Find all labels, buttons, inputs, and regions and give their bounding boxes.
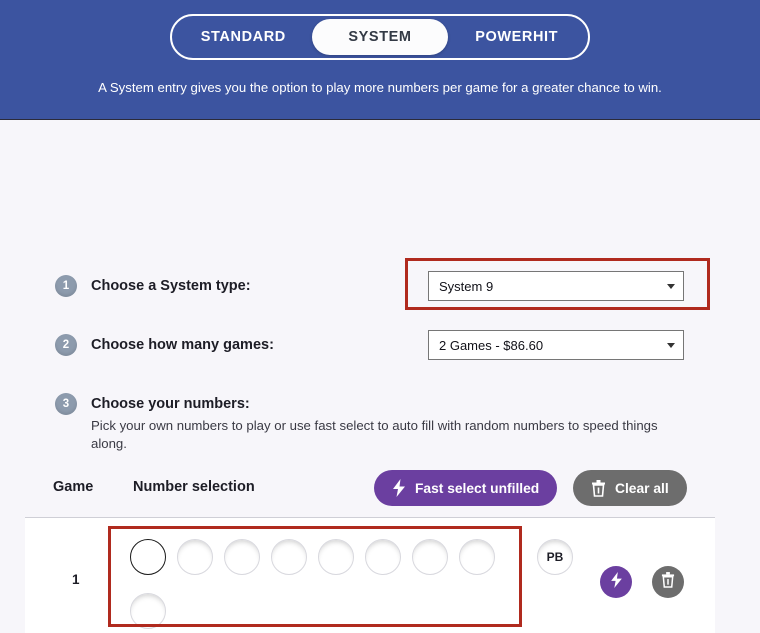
- fast-select-unfilled-label: Fast select unfilled: [415, 480, 540, 496]
- clear-all-button[interactable]: Clear all: [573, 470, 687, 506]
- system-type-select[interactable]: System 9: [428, 271, 684, 301]
- step-1-label: Choose a System type:: [91, 278, 251, 294]
- chevron-down-icon: [667, 283, 675, 289]
- powerball-ball[interactable]: PB: [537, 539, 573, 575]
- games-count-select[interactable]: 2 Games - $86.60: [428, 330, 684, 360]
- header-subtitle: A System entry gives you the option to p…: [98, 80, 662, 95]
- lightning-bolt-icon: [392, 479, 406, 497]
- clear-all-label: Clear all: [615, 480, 669, 496]
- row-fast-select-button[interactable]: [600, 566, 632, 598]
- step-3-text-block: Choose your numbers: Pick your own numbe…: [91, 393, 691, 453]
- step-1-row: 1 Choose a System type:: [55, 275, 251, 297]
- step-3-label: Choose your numbers:: [91, 396, 250, 412]
- step-2-label: Choose how many games:: [91, 337, 274, 353]
- tab-standard[interactable]: STANDARD: [175, 19, 312, 55]
- number-ball-9[interactable]: [130, 593, 166, 629]
- step-3-row: 3 Choose your numbers: Pick your own num…: [55, 393, 691, 453]
- chevron-down-icon: [667, 342, 675, 348]
- number-ball-6[interactable]: [365, 539, 401, 575]
- system-type-value: System 9: [439, 278, 494, 294]
- tab-powerhit[interactable]: POWERHIT: [448, 19, 585, 55]
- number-ball-2[interactable]: [177, 539, 213, 575]
- step-1-badge: 1: [55, 275, 77, 297]
- lightning-bolt-icon: [610, 571, 623, 593]
- number-ball-7[interactable]: [412, 539, 448, 575]
- number-ball-8[interactable]: [459, 539, 495, 575]
- system-type-select-wrap: System 9: [428, 271, 684, 301]
- number-ball-5[interactable]: [318, 539, 354, 575]
- powerball-label: PB: [546, 550, 564, 564]
- tab-system[interactable]: SYSTEM: [311, 19, 449, 55]
- step-2-badge: 2: [55, 334, 77, 356]
- step-3-badge: 3: [55, 393, 77, 415]
- page-header: STANDARD SYSTEM POWERHIT A System entry …: [0, 0, 760, 120]
- entry-type-tabs: STANDARD SYSTEM POWERHIT: [170, 14, 590, 60]
- fast-select-unfilled-button[interactable]: Fast select unfilled: [374, 470, 558, 506]
- step-2-row: 2 Choose how many games:: [55, 334, 274, 356]
- number-ball-4[interactable]: [271, 539, 307, 575]
- games-count-value: 2 Games - $86.60: [439, 337, 544, 353]
- tab-powerhit-label: POWERHIT: [475, 29, 559, 45]
- games-count-select-wrap: 2 Games - $86.60: [428, 330, 684, 360]
- trash-icon: [591, 479, 606, 497]
- tab-standard-label: STANDARD: [200, 29, 286, 45]
- number-ball-1[interactable]: [130, 539, 166, 575]
- game-row-index: 1: [72, 572, 80, 587]
- number-ball-3[interactable]: [224, 539, 260, 575]
- row-clear-button[interactable]: [652, 566, 684, 598]
- column-header-number-selection: Number selection: [133, 479, 255, 495]
- tab-system-label: SYSTEM: [348, 29, 412, 45]
- trash-icon: [661, 571, 675, 593]
- column-header-game: Game: [53, 479, 94, 495]
- step-3-description: Pick your own numbers to play or use fas…: [91, 418, 658, 451]
